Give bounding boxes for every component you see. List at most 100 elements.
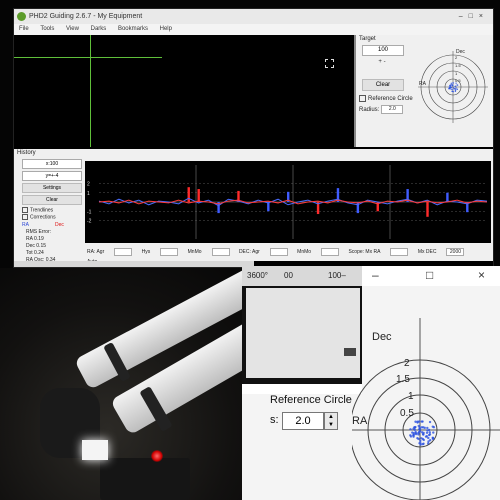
scatter-point [454, 89, 457, 92]
correction-bar-dec [197, 189, 200, 202]
dec-mnmo-field[interactable]: MnMo [297, 247, 340, 256]
inset-divider [242, 384, 362, 394]
scatter-point [413, 428, 417, 432]
y-tick-label: -1 [87, 209, 92, 215]
y-tick-label: 2 [87, 182, 90, 188]
dec-mnmo-input[interactable] [321, 247, 340, 256]
scatter-point [417, 430, 421, 434]
window-controls[interactable]: –□× [459, 9, 489, 24]
correction-bar-ra [267, 202, 270, 212]
legend-dec: Dec [54, 221, 64, 228]
zoom-stepper[interactable]: + - [362, 59, 402, 68]
scatter-point [427, 433, 431, 437]
close-button[interactable]: × [478, 268, 485, 282]
guide-history-chart: 2 1 -1 -2 [85, 161, 491, 243]
dec-agr-input[interactable] [269, 247, 288, 256]
minimize-button[interactable]: – [459, 13, 469, 20]
target-panel-title: Target [359, 36, 376, 42]
phd2-window: PHD2 Guiding 2.6.7 - My Equipment –□× Fi… [13, 8, 494, 268]
radius-spin-buttons-icon[interactable]: ▲ ▼ [324, 412, 338, 430]
menu-bar: File Tools View Darks Bookmarks Help [14, 24, 493, 35]
scope-mx-ra-field[interactable]: Scope: Mx RA [348, 247, 409, 256]
close-button[interactable]: × [479, 13, 489, 20]
scatter-point [450, 82, 453, 85]
scatter-point [425, 431, 429, 434]
radius-input[interactable]: 2.0 [381, 105, 404, 114]
inset-ring-label: 1 [408, 391, 414, 402]
scatter-point [414, 420, 417, 423]
zoom-select[interactable]: 100 [362, 45, 404, 56]
maximize-button[interactable]: □ [469, 13, 479, 20]
scatter-point [451, 90, 454, 93]
scatter-point [432, 431, 435, 434]
scatter-point [427, 436, 430, 440]
scatter-point [428, 420, 432, 424]
rms-ra: RA 0.19 [26, 235, 44, 242]
menu-bookmarks[interactable]: Bookmarks [118, 26, 148, 32]
photo-collage: PHD2 Guiding 2.6.7 - My Equipment –□× Fi… [0, 0, 500, 500]
ra-mnmo-input[interactable] [211, 247, 230, 256]
maximize-button[interactable]: □ [426, 268, 433, 282]
ra-agr-label: RA: Agr [87, 249, 105, 255]
inset-camera-window: 3600° 00 100–1248 [242, 266, 362, 384]
menu-help[interactable]: Help [160, 26, 172, 32]
scatter-point [420, 431, 424, 434]
scatter-point [452, 82, 454, 84]
scatter-point [455, 87, 457, 89]
inset-ring-label: 0.5 [400, 408, 414, 419]
y-range-select[interactable]: y=+-4 [22, 171, 82, 181]
y-tick-label: -2 [87, 219, 92, 225]
reference-circle-checkbox[interactable]: Reference Circle [359, 95, 413, 102]
x-range-select[interactable]: x:100 [22, 159, 82, 169]
menu-view[interactable]: View [66, 26, 79, 32]
ra-mnmo-field[interactable]: MnMo [188, 247, 230, 256]
checkbox-icon[interactable] [359, 95, 366, 102]
scatter-point [417, 420, 421, 423]
mount-base [100, 458, 190, 500]
menu-tools[interactable]: Tools [40, 26, 54, 32]
target-clear-button[interactable]: Clear [362, 79, 404, 91]
correction-bar-dec [187, 187, 190, 202]
mx-dec-field[interactable]: Mx DEC 2000 [417, 247, 465, 256]
dec-agr-field[interactable]: DEC: Agr [238, 247, 288, 256]
mx-dec-label: Mx DEC [417, 249, 437, 255]
history-panel-title: History [17, 150, 36, 156]
window-title: PHD2 Guiding 2.6.7 - My Equipment [29, 13, 143, 20]
scatter-point [449, 87, 451, 89]
inset-scatter [409, 420, 436, 446]
inset-radius-input[interactable]: 2.0 [282, 412, 324, 430]
minimize-button[interactable]: – [372, 268, 379, 282]
scatter-point [452, 88, 454, 91]
menu-file[interactable]: File [19, 26, 29, 32]
mx-dec-input[interactable]: 2000 [446, 247, 465, 256]
scatter-point [424, 435, 428, 438]
target-plot: Dec RA 2 1.5 1 0.5 [418, 49, 488, 123]
guide-star-marker-icon [325, 59, 334, 68]
corrections-checkbox[interactable]: Corrections [22, 214, 82, 221]
scatter-point [413, 426, 416, 429]
header-value: 3600° [247, 271, 268, 280]
inset-radius-label: s: [270, 414, 279, 426]
scatter-point [417, 424, 420, 428]
hys-input[interactable] [160, 247, 179, 256]
ra-agr-input[interactable] [114, 247, 133, 256]
hys-field[interactable]: Hys [142, 247, 179, 256]
scatter-point [453, 88, 456, 90]
mx-ra-input[interactable] [390, 247, 409, 256]
history-settings-button[interactable]: Settings [22, 183, 82, 193]
series-legend: RA Dec [22, 222, 82, 229]
checkbox-icon[interactable] [22, 214, 28, 221]
camera-view[interactable] [14, 35, 352, 147]
dec-agr-label: DEC: Agr [238, 249, 260, 255]
menu-darks[interactable]: Darks [91, 26, 107, 32]
inset-camera-image [246, 288, 360, 378]
ra-agr-field[interactable]: RA: Agr [87, 247, 133, 256]
scatter-point [417, 433, 420, 436]
telescope-photo [0, 268, 270, 500]
scatter-point [456, 88, 458, 91]
checkbox-icon[interactable] [22, 207, 28, 213]
trendlines-checkbox[interactable]: Trendlines [22, 207, 82, 214]
history-clear-button[interactable]: Clear [22, 195, 82, 205]
scope-mx-ra-label: Scope: Mx RA [348, 249, 381, 255]
scatter-point [452, 84, 454, 86]
